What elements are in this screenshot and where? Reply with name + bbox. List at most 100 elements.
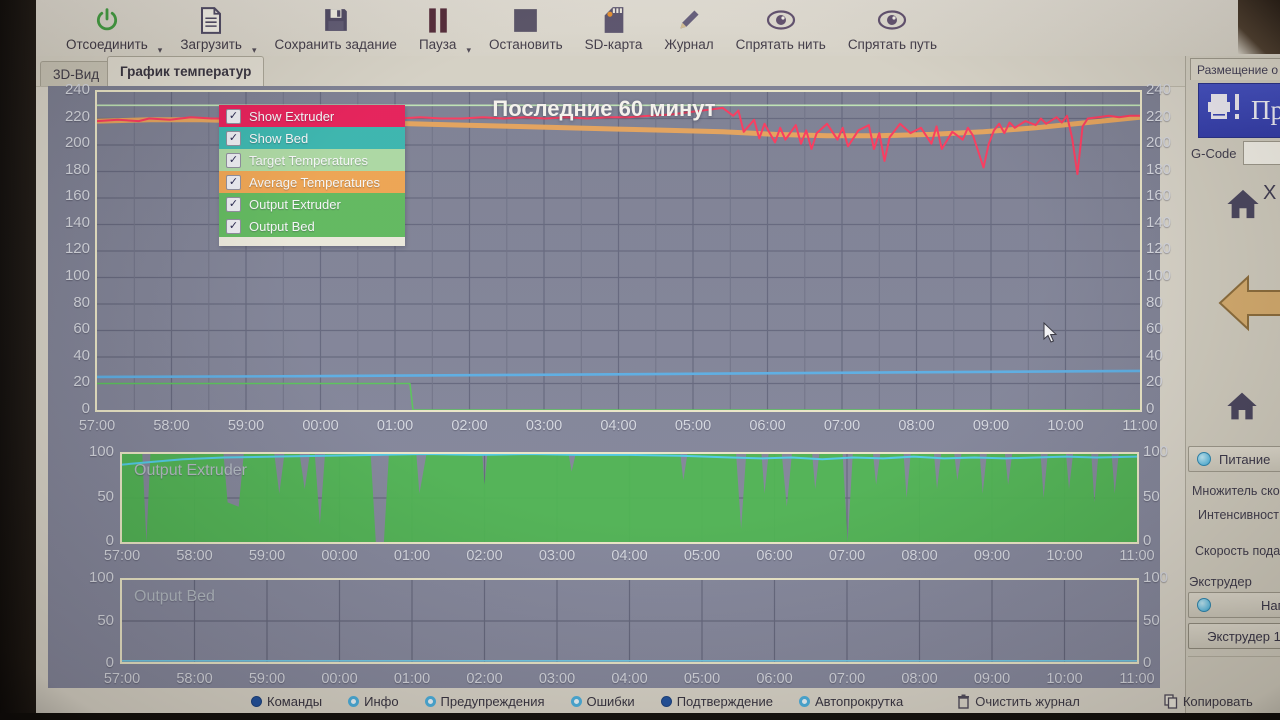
- y-tick-label: 0: [1143, 532, 1152, 549]
- legend-checkbox[interactable]: ✓: [226, 152, 241, 168]
- x-tick-label: 08:00: [901, 671, 938, 687]
- x-tick-label: 05:00: [683, 671, 721, 687]
- y-tick-label: 100: [64, 267, 90, 285]
- toolbar-button-4[interactable]: Пауза: [411, 5, 465, 52]
- home-all-button[interactable]: [1226, 391, 1258, 426]
- legend-checkbox[interactable]: ✓: [226, 218, 241, 234]
- power-icon: [94, 5, 120, 35]
- move-x-minus-arrow-button[interactable]: [1218, 271, 1280, 340]
- copy-icon: [1164, 693, 1178, 709]
- y-tick-label: 160: [1146, 187, 1172, 205]
- sidebar-tab-label: Размещение о: [1197, 62, 1278, 77]
- x-axis-output-bed: 57:00 58:00 59:00 00:00 01:00 02:00 03:00 04:00…: [98, 671, 1161, 687]
- x-tick-label: 04:00: [611, 671, 648, 687]
- y-tick-label: 120: [1146, 240, 1172, 258]
- x-axis-main: 57:00 58:00 59:00 00:00 01:00 02:00 03:00 04:00…: [73, 418, 1164, 434]
- x-tick-label: 10:00: [1046, 671, 1083, 687]
- output-bed-label: Output Bed: [134, 588, 215, 605]
- x-tick-label: 11:00: [1119, 548, 1155, 564]
- output-bed-chart[interactable]: [120, 578, 1139, 664]
- y-axis-left: 240 220 200 180 160 140 120 100 80 60 40 20 0: [50, 82, 90, 416]
- toolbar-button-1[interactable]: Отсоединить: [58, 5, 156, 52]
- log-toggle-4[interactable]: Ошибки: [570, 694, 635, 709]
- home-icon: [1227, 392, 1257, 420]
- log-toggle-5[interactable]: Подтверждение: [660, 694, 773, 709]
- log-action-1[interactable]: Очистить журнал: [957, 694, 1080, 709]
- y-tick-label: 100: [1143, 443, 1169, 460]
- log-toggle-6[interactable]: Автопрокрутка: [798, 694, 903, 709]
- x-tick-label: 01:00: [393, 548, 431, 564]
- dropdown-caret-icon[interactable]: ▾: [466, 45, 471, 56]
- toolbar-button-9[interactable]: Спрятать путь: [840, 5, 945, 52]
- temperature-chart[interactable]: ✓ Show Extruder ✓ Show Bed ✓ Target Temperatu…: [95, 90, 1142, 412]
- toolbar-button-label: Спрятать нить: [735, 37, 826, 52]
- intensity-label: Интенсивност: [1198, 508, 1280, 522]
- power-toggle-button[interactable]: Питание: [1188, 446, 1280, 472]
- heat-label: Нагр: [1261, 597, 1280, 613]
- screen-edge-top-right: [1238, 0, 1280, 54]
- home-x-button[interactable]: X: [1226, 182, 1276, 220]
- x-tick-label: 09:00: [972, 418, 1010, 434]
- y-tick-label: 0: [1143, 654, 1152, 671]
- toolbar-button-6[interactable]: SD-карта: [577, 5, 651, 52]
- toggle-state-icon: [570, 695, 582, 707]
- x-tick-label: 06:00: [756, 548, 793, 564]
- sidebar-tab-object-placement[interactable]: Размещение о: [1190, 58, 1280, 80]
- tab-temperature-curve[interactable]: График температур: [107, 56, 265, 86]
- toolbar-button-label: Загрузить: [180, 37, 242, 52]
- toolbar-button-2[interactable]: Загрузить: [172, 5, 250, 52]
- output-extruder-chart[interactable]: [120, 452, 1139, 544]
- toolbar-button-8[interactable]: Спрятать нить: [728, 5, 834, 52]
- print-button[interactable]: Пр: [1198, 83, 1280, 138]
- output-bed-y-left: 100 50 0: [74, 570, 114, 670]
- x-tick-label: 04:00: [600, 418, 637, 434]
- dropdown-caret-icon[interactable]: ▾: [252, 45, 257, 56]
- extruder-1-button[interactable]: Экструдер 1: [1188, 623, 1280, 649]
- y-tick-label: 40: [1146, 346, 1163, 364]
- log-action-2[interactable]: Копировать: [1164, 694, 1253, 709]
- sd-card-icon: [603, 5, 625, 35]
- legend-row: ✓ Output Extruder: [219, 193, 405, 215]
- dropdown-caret-icon[interactable]: ▾: [158, 45, 163, 56]
- y-tick-label: 100: [1143, 569, 1169, 586]
- log-toggle-1[interactable]: Команды: [251, 694, 322, 709]
- pencil-icon: [676, 5, 702, 35]
- document-icon: [199, 5, 223, 35]
- y-tick-label: 50: [97, 487, 114, 505]
- legend-row: ✓ Show Extruder: [219, 105, 405, 127]
- power-indicator-icon: [1197, 452, 1211, 466]
- legend-checkbox[interactable]: ✓: [226, 130, 241, 146]
- tab-bar: 3D-Вид График температур: [36, 56, 1185, 87]
- toolbar-button-label: SD-карта: [584, 37, 643, 52]
- legend-footer: [219, 237, 405, 246]
- screen-edge-bottom: [0, 713, 1280, 720]
- y-tick-label: 50: [1143, 611, 1160, 629]
- gcode-select[interactable]: [1243, 141, 1280, 165]
- legend-checkbox[interactable]: ✓: [226, 174, 241, 190]
- speed-multiplier-label: Множитель ско: [1192, 484, 1280, 498]
- output-extruder-y-left: 100 50 0: [74, 444, 114, 548]
- legend-label: Show Bed: [249, 130, 309, 146]
- x-tick-label: 06:00: [756, 671, 793, 687]
- log-toggle-2[interactable]: Инфо: [348, 694, 399, 709]
- printer-icon: [1199, 92, 1241, 129]
- x-tick-label: 00:00: [302, 418, 339, 434]
- heat-extruder-toggle-button[interactable]: Нагр: [1188, 592, 1280, 618]
- print-button-label: Пр: [1251, 95, 1280, 125]
- log-toggle-3[interactable]: Предупреждения: [424, 694, 545, 709]
- legend-checkbox[interactable]: ✓: [226, 196, 241, 212]
- x-tick-label: 01:00: [376, 418, 414, 434]
- y-tick-label: 100: [88, 443, 114, 460]
- legend-checkbox[interactable]: ✓: [226, 108, 241, 124]
- toggle-state-icon: [251, 695, 262, 707]
- toolbar-button-5[interactable]: Остановить: [481, 5, 571, 52]
- x-tick-label: 02:00: [466, 548, 503, 564]
- x-tick-label: 07:00: [828, 548, 866, 564]
- toolbar-button-3[interactable]: Сохранить задание: [267, 5, 405, 52]
- y-tick-label: 20: [73, 373, 90, 391]
- power-label: Питание: [1219, 451, 1271, 467]
- x-tick-label: 09:00: [973, 548, 1011, 564]
- toolbar-button-label: Остановить: [488, 37, 563, 52]
- toolbar-button-7[interactable]: Журнал: [656, 5, 721, 52]
- tab-label: 3D-Вид: [53, 66, 100, 82]
